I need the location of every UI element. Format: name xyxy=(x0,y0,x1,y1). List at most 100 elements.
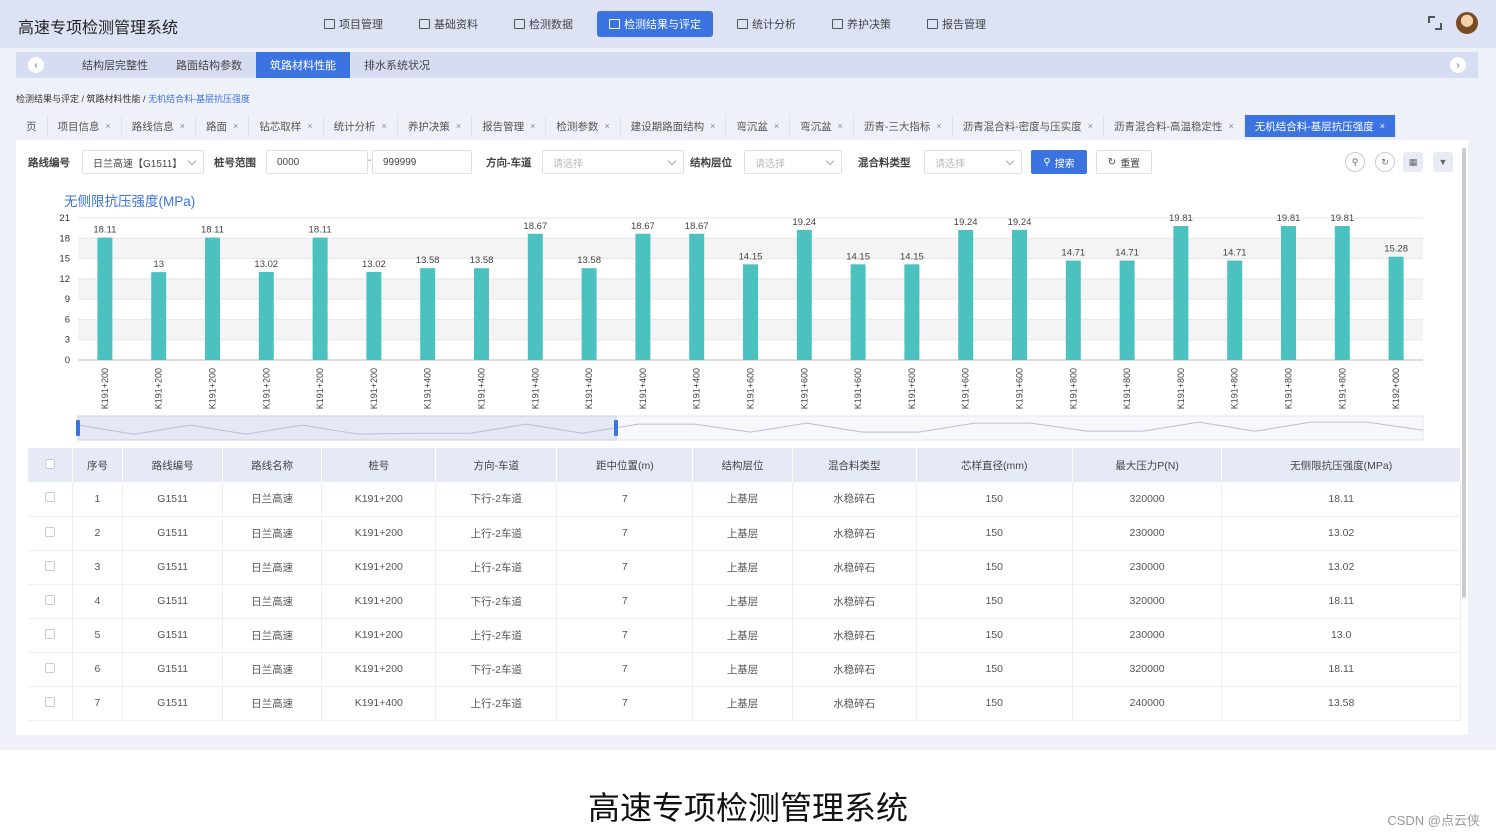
close-icon[interactable]: × xyxy=(774,121,779,131)
x-tick-label: K192+000 xyxy=(1391,368,1401,409)
row-checkbox-cell[interactable] xyxy=(28,550,73,585)
page-tab[interactable]: 沥青-三大指标 × xyxy=(853,115,953,137)
close-icon[interactable]: × xyxy=(1228,121,1233,131)
zoom-handle-left[interactable] xyxy=(76,420,80,436)
table-cell: 上基层 xyxy=(692,618,793,653)
close-icon[interactable]: × xyxy=(710,121,715,131)
checkbox[interactable] xyxy=(44,526,55,537)
page-tab[interactable]: 养护决策 × xyxy=(397,115,473,137)
bar xyxy=(904,264,920,360)
checkbox[interactable] xyxy=(44,696,55,707)
mix-select[interactable]: 请选择 xyxy=(924,150,1022,174)
table-row[interactable]: 3 G1511 日兰高速 K191+200 上行-2车道 7 上基层 水稳碎石 150 23000… xyxy=(28,550,1461,585)
checkbox[interactable] xyxy=(44,560,55,571)
page-tab[interactable]: 沥青混合料-密度与压实度 × xyxy=(952,115,1104,137)
scroll-left-icon[interactable]: ‹ xyxy=(28,57,44,73)
checkbox[interactable] xyxy=(44,594,55,605)
layer-label: 结构层位 xyxy=(690,157,732,169)
table-row[interactable]: 6 G1511 日兰高速 K191+200 下行-2车道 7 上基层 水稳碎石 150 32000… xyxy=(28,652,1461,687)
reset-button[interactable]: ↻ 重置 xyxy=(1096,150,1152,174)
sub-tab[interactable]: 排水系统状况 xyxy=(350,52,444,78)
fullscreen-icon[interactable] xyxy=(1428,16,1442,30)
close-icon[interactable]: × xyxy=(936,121,941,131)
breadcrumb-item[interactable]: 检测结果与评定 xyxy=(16,94,79,104)
table-row[interactable]: 7 G1511 日兰高速 K191+400 上行-2车道 7 上基层 水稳碎石 150 24000… xyxy=(28,686,1461,721)
layer-select[interactable]: 请选择 xyxy=(744,150,842,174)
row-checkbox-cell[interactable] xyxy=(28,618,73,653)
stake-from-input[interactable]: 0000 xyxy=(266,150,368,174)
bar-value-label: 18.11 xyxy=(309,225,332,236)
row-checkbox-cell[interactable] xyxy=(28,482,73,517)
page-tab[interactable]: 弯沉盆 × xyxy=(726,115,791,137)
bar xyxy=(1065,260,1081,360)
page-tab[interactable]: 沥青混合料-高温稳定性 × xyxy=(1103,115,1245,137)
close-icon[interactable]: × xyxy=(838,121,843,131)
row-checkbox-cell[interactable] xyxy=(28,686,73,721)
table-row[interactable]: 2 G1511 日兰高速 K191+200 上行-2车道 7 上基层 水稳碎石 150 23000… xyxy=(28,516,1461,551)
row-checkbox-cell[interactable] xyxy=(28,652,73,687)
close-icon[interactable]: × xyxy=(180,121,185,131)
page-tab[interactable]: 页 xyxy=(16,115,48,137)
checkbox[interactable] xyxy=(44,458,55,469)
nav-item[interactable]: 养护决策 xyxy=(820,11,903,37)
grid-view-button[interactable]: ▦ xyxy=(1403,152,1423,172)
avatar[interactable] xyxy=(1456,12,1478,34)
x-tick-label: K191+400 xyxy=(584,368,594,409)
zoom-handle-right[interactable] xyxy=(614,420,618,436)
vertical-scrollbar[interactable] xyxy=(1462,148,1466,598)
page-tab[interactable]: 检测参数 × xyxy=(546,115,621,137)
nav-item[interactable]: 报告管理 xyxy=(915,11,998,37)
bar xyxy=(366,271,382,360)
close-icon[interactable]: × xyxy=(1380,121,1385,131)
page-tab[interactable]: 统计分析 × xyxy=(323,115,398,137)
nav-item[interactable]: 检测结果与评定 xyxy=(597,11,713,37)
checkbox[interactable] xyxy=(44,662,55,673)
nav-item[interactable]: 基础资料 xyxy=(407,11,490,37)
checkbox[interactable] xyxy=(44,628,55,639)
select-all-checkbox[interactable] xyxy=(28,448,73,482)
close-icon[interactable]: × xyxy=(1088,121,1093,131)
table-cell: 上基层 xyxy=(692,584,793,619)
nav-item[interactable]: 项目管理 xyxy=(312,11,395,37)
page-tab[interactable]: 报告管理 × xyxy=(472,115,547,137)
close-icon[interactable]: × xyxy=(307,121,312,131)
page-tab[interactable]: 建设期路面结构 × xyxy=(620,115,727,137)
sub-tab[interactable]: 筑路材料性能 xyxy=(256,52,350,78)
x-tick-label: K191+800 xyxy=(1068,368,1078,409)
nav-item[interactable]: 检测数据 xyxy=(502,11,585,37)
page-tab[interactable]: 无机结合料-基层抗压强度 × xyxy=(1244,115,1396,137)
close-icon[interactable]: × xyxy=(456,121,461,131)
page-tab[interactable]: 路面 × xyxy=(196,115,250,137)
close-icon[interactable]: × xyxy=(233,121,238,131)
close-icon[interactable]: × xyxy=(604,121,609,131)
row-checkbox-cell[interactable] xyxy=(28,516,73,551)
page-tab[interactable]: 弯沉盆 × xyxy=(790,115,854,137)
page-tab[interactable]: 项目信息 × xyxy=(47,115,122,137)
table-row[interactable]: 1 G1511 日兰高速 K191+200 下行-2车道 7 上基层 水稳碎石 150 32000… xyxy=(28,482,1461,517)
close-icon[interactable]: × xyxy=(382,121,387,131)
nav-item[interactable]: 统计分析 xyxy=(725,11,808,37)
search-toggle-button[interactable]: ⚲ xyxy=(1345,152,1365,172)
page-tab[interactable]: 路线信息 × xyxy=(121,115,197,137)
breadcrumb-item[interactable]: 筑路材料性能 xyxy=(87,94,141,104)
bar xyxy=(635,233,651,360)
bar xyxy=(205,237,220,360)
route-select[interactable]: 日兰高速【G1511】 xyxy=(82,150,204,174)
direction-select[interactable]: 请选择 xyxy=(542,150,684,174)
close-icon[interactable]: × xyxy=(530,121,535,131)
table-row[interactable]: 5 G1511 日兰高速 K191+200 上行-2车道 7 上基层 水稳碎石 150 23000… xyxy=(28,618,1461,653)
sub-tab[interactable]: 结构层完整性 xyxy=(68,52,162,78)
checkbox[interactable] xyxy=(44,492,55,503)
table-row[interactable]: 4 G1511 日兰高速 K191+200 下行-2车道 7 上基层 水稳碎石 150 32000… xyxy=(28,584,1461,619)
close-icon[interactable]: × xyxy=(106,121,111,131)
table-cell: G1511 xyxy=(122,550,223,585)
scroll-right-icon[interactable]: › xyxy=(1450,57,1466,73)
stake-to-input[interactable]: 999999 xyxy=(372,150,472,174)
page-tab[interactable]: 钻芯取样 × xyxy=(249,115,324,137)
row-checkbox-cell[interactable] xyxy=(28,584,73,619)
refresh-button[interactable]: ↻ xyxy=(1375,152,1395,172)
sub-tab[interactable]: 路面结构参数 xyxy=(162,52,256,78)
column-filter-button[interactable]: ▼ xyxy=(1433,152,1453,172)
x-tick-label: K191+400 xyxy=(530,368,540,409)
search-button[interactable]: ⚲ 搜索 xyxy=(1031,150,1087,174)
